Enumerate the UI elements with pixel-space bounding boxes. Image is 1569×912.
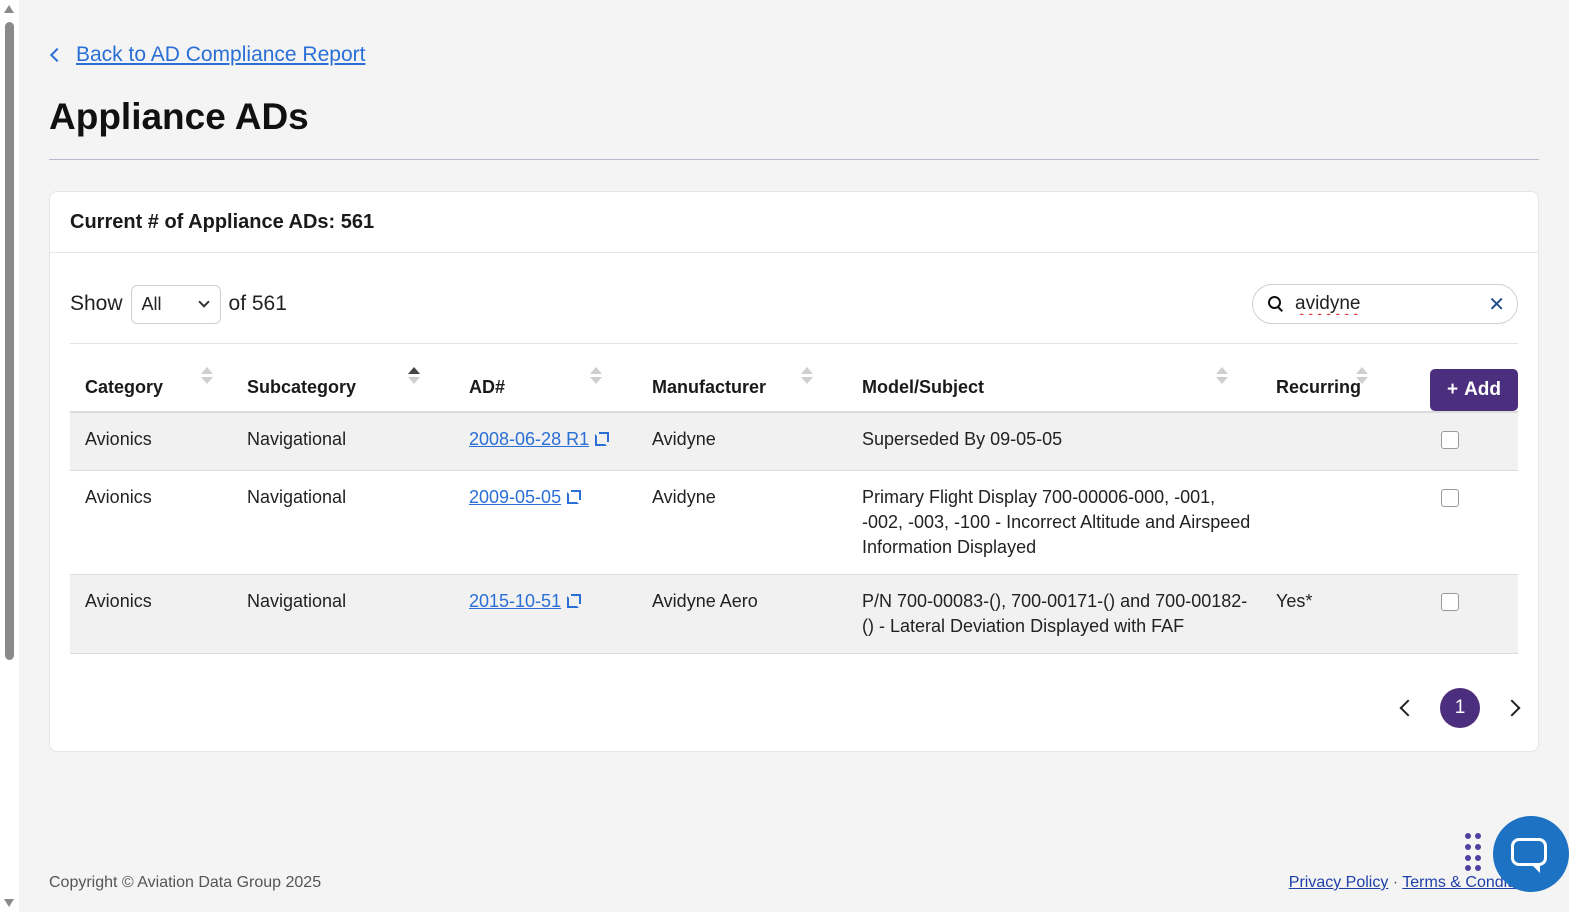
table-row: Avionics Navigational 2015-10-51 Avidyne… [70,574,1518,654]
cell-model-subject: Superseded By 09-05-05 [847,412,1261,471]
cell-ad-number: 2008-06-28 R1 [454,412,637,471]
pagination: 1 [1399,688,1521,728]
ad-link[interactable]: 2009-05-05 [469,487,582,507]
column-header-manufacturer[interactable]: Manufacturer [637,355,847,413]
table-row: Avionics Navigational 2008-06-28 R1 Avid… [70,412,1518,471]
title-divider [49,159,1539,160]
show-label: Show [70,292,123,315]
table-controls: Show All of 561 ✕ [70,284,1518,324]
of-total-label: of 561 [228,292,287,315]
external-link-icon [567,594,582,608]
column-header-category[interactable]: Category [70,355,232,413]
footer-copyright: Copyright © Aviation Data Group 2025 [49,874,322,891]
footer-separator: · [1392,874,1399,891]
back-to-report-link[interactable]: Back to AD Compliance Report [48,40,365,70]
cell-select [1391,470,1518,575]
table-row: Avionics Navigational 2009-05-05 Avidyne… [70,470,1518,575]
page-scrollbar[interactable] [0,0,19,912]
table-header-row: Category Subcategory AD# Manufacturer Mo… [70,355,1518,413]
cell-recurring [1261,470,1391,575]
chat-icon [1511,838,1547,873]
sort-asc-icon[interactable] [408,367,420,387]
page-title: Appliance ADs [49,96,309,137]
add-button[interactable]: + Add [1430,369,1518,411]
card-header: Current # of Appliance ADs: 561 [50,192,1538,253]
show-entries: Show All of 561 [70,284,287,324]
column-header-add: + Add [1391,355,1518,413]
cell-model-subject: P/N 700-00083-(), 700-00171-() and 700-0… [847,574,1261,654]
row-checkbox[interactable] [1440,489,1459,507]
drag-handle-icon[interactable] [1465,833,1481,873]
cell-subcategory: Navigational [232,412,454,471]
cell-subcategory: Navigational [232,574,454,654]
show-count-value: All [141,293,162,314]
cell-category: Avionics [70,470,232,575]
column-header-subcategory[interactable]: Subcategory [232,355,454,413]
row-checkbox[interactable] [1440,593,1459,611]
privacy-policy-link[interactable]: Privacy Policy [1289,874,1389,891]
show-count-select[interactable]: All [130,284,221,324]
chevron-left-icon [49,47,65,63]
external-link-icon [595,432,610,446]
sort-icon[interactable] [590,367,602,387]
search-box[interactable]: ✕ [1252,284,1518,324]
chevron-right-icon[interactable] [1503,699,1521,717]
scroll-up-arrow-icon[interactable] [4,5,14,13]
cell-select [1391,574,1518,654]
cell-select [1391,412,1518,471]
column-header-model-subject[interactable]: Model/Subject [847,355,1261,413]
sort-icon[interactable] [1216,367,1228,387]
cell-recurring: Yes* [1261,574,1391,654]
chevron-left-icon[interactable] [1399,699,1417,717]
cell-recurring [1261,412,1391,471]
scroll-thumb[interactable] [5,22,14,660]
cell-manufacturer: Avidyne [637,412,847,471]
cell-manufacturer: Avidyne [637,470,847,575]
row-checkbox[interactable] [1440,431,1459,449]
ad-link[interactable]: 2008-06-28 R1 [469,429,610,449]
clear-icon[interactable]: ✕ [1488,292,1505,317]
chevron-down-icon [197,296,210,308]
chat-button[interactable] [1493,816,1569,892]
search-input[interactable] [1295,293,1489,315]
cell-subcategory: Navigational [232,470,454,575]
column-header-recurring[interactable]: Recurring [1261,355,1391,413]
search-icon [1267,295,1285,313]
cell-ad-number: 2015-10-51 [454,574,637,654]
back-link-label[interactable]: Back to AD Compliance Report [76,43,365,67]
scroll-down-arrow-icon[interactable] [4,899,14,907]
cell-category: Avionics [70,574,232,654]
cell-ad-number: 2009-05-05 [454,470,637,575]
sort-icon[interactable] [801,367,813,387]
cell-model-subject: Primary Flight Display 700-00006-000, -0… [847,470,1261,575]
sort-icon[interactable] [201,367,213,387]
cell-manufacturer: Avidyne Aero [637,574,847,654]
appliance-ads-table: Category Subcategory AD# Manufacturer Mo… [70,355,1518,654]
plus-icon: + [1446,379,1459,400]
appliance-ads-card: Current # of Appliance ADs: 561 Show All… [49,191,1539,752]
cell-category: Avionics [70,412,232,471]
column-header-ad-number[interactable]: AD# [454,355,637,413]
ad-link[interactable]: 2015-10-51 [469,591,582,611]
external-link-icon [567,490,582,504]
table-top-divider [70,343,1518,344]
page-button-current[interactable]: 1 [1440,688,1480,728]
sort-icon[interactable] [1356,367,1368,387]
